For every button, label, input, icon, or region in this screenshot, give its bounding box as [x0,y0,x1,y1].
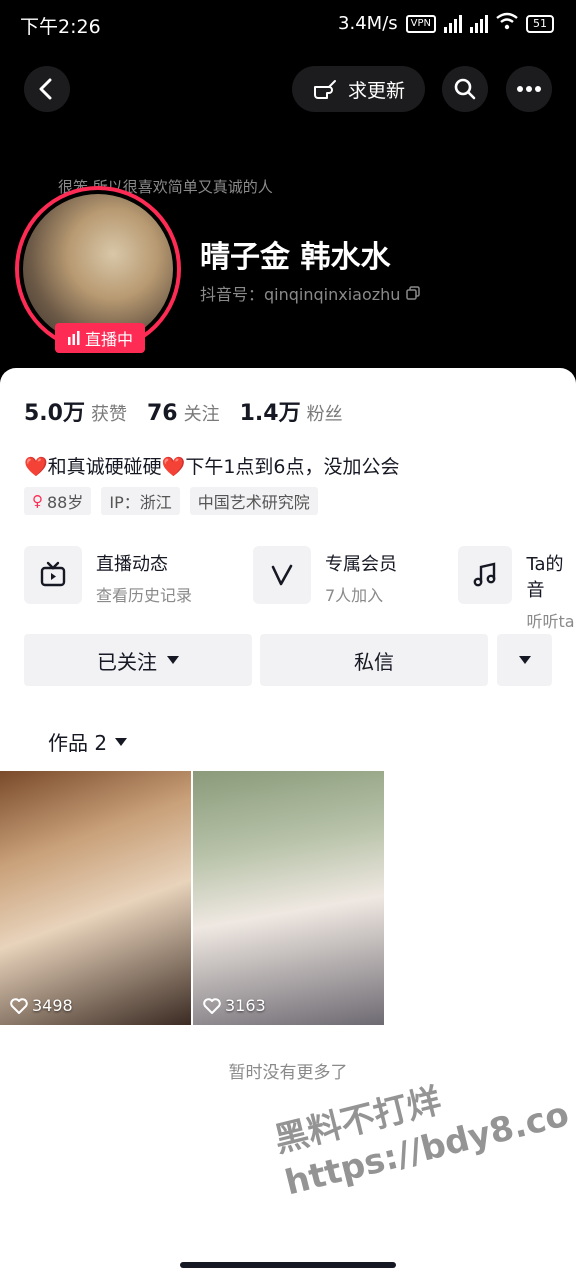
feature-music[interactable]: Ta的音 听听ta [458,546,576,632]
feature-title: 专属会员 [325,554,397,575]
like-count: 3163 [203,996,266,1015]
avatar-image [23,194,173,344]
network-speed: 3.4M/s [338,13,398,34]
message-label: 私信 [354,649,394,674]
feature-title: Ta的音 [526,554,564,601]
search-button[interactable] [442,66,488,112]
live-bars-icon [67,331,80,345]
school-tag[interactable]: 中国艺术研究院 [189,487,318,515]
douyin-id-text: 抖音号：qinqinqinxiaozhu [200,285,401,304]
work-thumbnail[interactable]: 3163 [193,771,384,1025]
music-note-icon [458,546,513,604]
message-button[interactable]: 私信 [260,634,488,686]
stat-likes[interactable]: 5.0万 获赞 [24,395,127,427]
more-button[interactable] [506,66,552,112]
feature-title: 直播动态 [96,554,168,575]
stats-row: 5.0万 获赞 76 关注 1.4万 粉丝 [24,395,343,427]
work-thumbnail[interactable]: 3498 [0,771,191,1025]
heart-outline-icon [203,997,221,1014]
stat-following[interactable]: 76 关注 [147,400,220,426]
profile-name: 晴子金 韩水水 [200,240,391,275]
pointing-hand-icon [313,80,336,99]
more-dots-icon [517,86,541,92]
request-update-button[interactable]: 求更新 [292,66,425,112]
search-icon [454,78,476,100]
signal-icon-2 [470,14,488,33]
caret-down-icon [167,656,179,664]
live-badge[interactable]: 直播中 [55,323,145,353]
stat-followers[interactable]: 1.4万 粉丝 [240,395,343,427]
feature-membership[interactable]: 专属会员 7人加入 [253,546,397,606]
school-tag-label: 中国艺术研究院 [197,493,310,512]
feature-subtitle: 7人加入 [325,586,384,605]
back-button[interactable] [24,66,70,112]
stat-label: 关注 [183,404,220,425]
chevron-left-icon [39,78,52,100]
feature-live-history[interactable]: 直播动态 查看历史记录 [24,546,192,606]
like-count-text: 3163 [225,996,266,1015]
caret-down-icon [518,656,531,664]
profile-bio: ❤️和真诚硬碰硬❤️下午1点到6点，没加公会 [24,456,400,478]
v-icon [253,546,311,604]
signal-icon [444,14,462,33]
tv-icon [24,546,82,604]
age-tag-label: 88岁 [47,493,84,512]
request-update-label: 求更新 [347,79,405,102]
ip-tag: IP：浙江 [101,487,180,515]
female-icon: ♀ [32,492,43,510]
profile-tags: ♀ 88岁 IP：浙江 中国艺术研究院 [24,487,318,515]
feature-subtitle: 听听ta [526,612,575,631]
stat-number: 1.4万 [239,401,301,426]
like-count-text: 3498 [32,996,73,1015]
caret-down-icon [115,737,128,746]
home-indicator[interactable] [180,1262,396,1268]
following-button[interactable]: 已关注 [24,634,252,686]
ip-tag-label: IP：浙江 [109,493,172,512]
live-badge-label: 直播中 [84,330,133,349]
wifi-icon [496,12,518,35]
following-label: 已关注 [97,649,157,674]
battery-icon: 51 [526,14,554,33]
status-bar: 下午2:26 3.4M/s VPN 51 [0,0,576,48]
stat-number: 5.0万 [24,401,85,426]
douyin-id[interactable]: 抖音号：qinqinqinxiaozhu [200,281,421,305]
like-count: 3498 [10,996,73,1015]
vpn-icon: VPN [405,14,436,33]
status-time: 下午2:26 [20,16,101,38]
stat-number: 76 [146,401,178,426]
more-actions-button[interactable] [497,634,552,686]
feature-subtitle: 查看历史记录 [96,586,193,605]
stat-label: 粉丝 [306,404,343,425]
age-tag: ♀ 88岁 [24,487,92,515]
tab-works[interactable]: 作品 2 [48,727,128,756]
stat-label: 获赞 [90,404,127,425]
works-tab-label: 作品 2 [48,731,108,755]
copy-icon [406,286,421,300]
heart-outline-icon [10,997,28,1014]
